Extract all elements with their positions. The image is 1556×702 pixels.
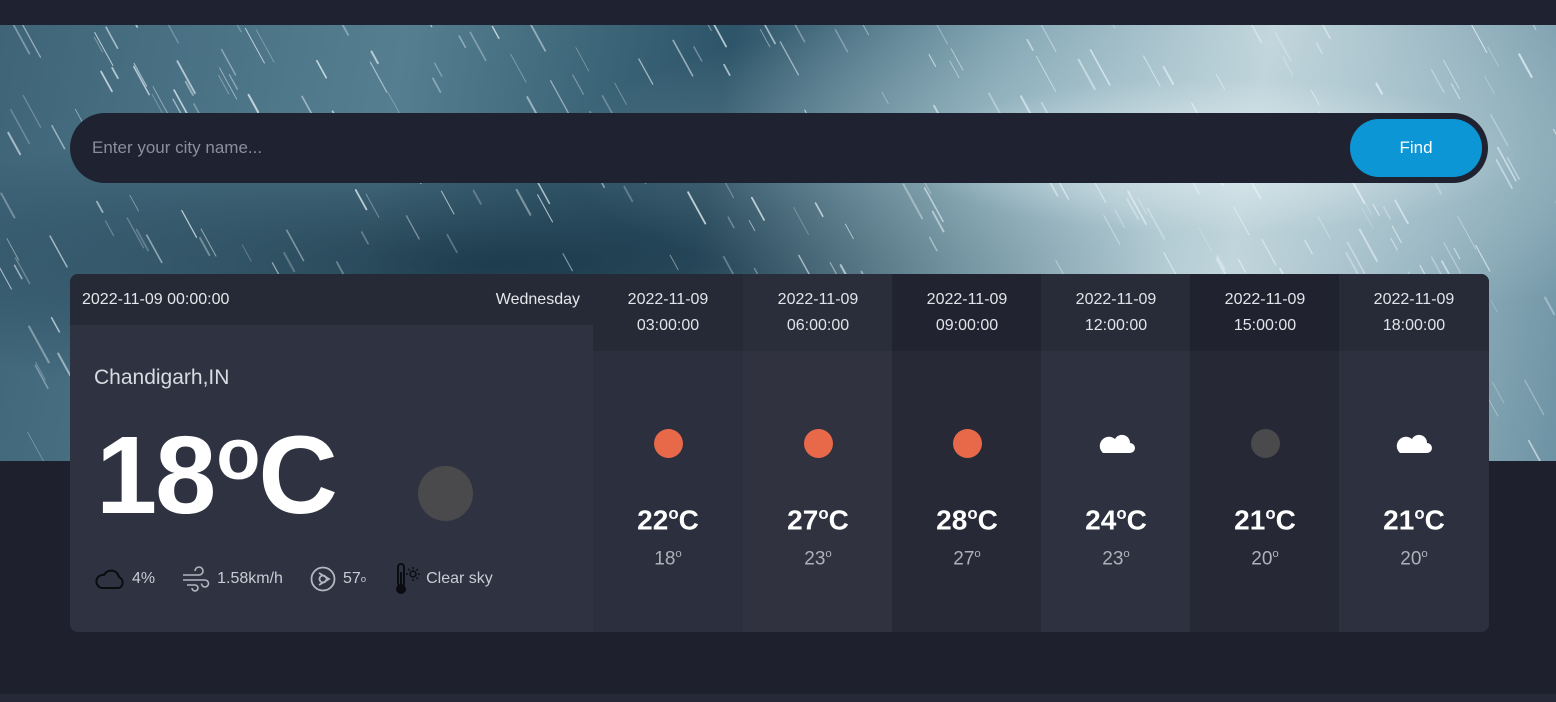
sun-icon [804, 429, 833, 458]
forecast-temperature-value: 27 [787, 504, 819, 536]
degree-symbol: o [1265, 504, 1276, 523]
forecast-low-value: 23 [804, 548, 826, 570]
forecast-header: 2022-11-09 15:00:00 [1190, 274, 1340, 351]
wind-detail: 1.58km/h [181, 566, 283, 592]
find-button[interactable]: Find [1350, 119, 1482, 177]
current-temperature-unit: C [258, 414, 337, 537]
moon-icon [1251, 429, 1280, 458]
forecast-temperature: 28oC [936, 504, 998, 536]
forecast-temperature-value: 21 [1383, 504, 1415, 536]
forecast-time: 18:00:00 [1382, 316, 1446, 334]
forecast-time: 12:00:00 [1084, 316, 1148, 334]
forecast-low-temperature: 23o [743, 548, 893, 570]
condition-detail: Clear sky [392, 562, 493, 596]
compass-icon [310, 566, 336, 592]
degree-symbol: o [818, 504, 829, 523]
current-temperature-value: 18 [96, 414, 216, 537]
forecast-temperature: 27oC [787, 504, 849, 536]
cloud-icon [1396, 434, 1432, 453]
forecast-column: 2022-11-09 12:00:00 24oC 23o [1041, 274, 1191, 632]
thermometer-icon [396, 563, 421, 594]
search-bar: Find [70, 113, 1488, 183]
forecast-low-temperature: 27o [892, 548, 1042, 570]
current-weekday: Wednesday [495, 290, 580, 308]
forecast-date: 2022-11-09 [1373, 290, 1455, 308]
current-weather-panel: 2022-11-09 00:00:00 Wednesday Chandigarh… [70, 274, 593, 632]
current-datetime: 2022-11-09 00:00:00 [82, 290, 230, 308]
degree-symbol: o [1123, 548, 1130, 560]
forecast-temperature: 22oC [637, 504, 699, 536]
sun-icon [953, 429, 982, 458]
forecast-header: 2022-11-09 18:00:00 [1339, 274, 1489, 351]
page-footer-strip [0, 694, 1556, 702]
forecast-temperature-value: 28 [936, 504, 968, 536]
clouds-value: 4% [132, 570, 156, 587]
forecast-time: 15:00:00 [1233, 316, 1297, 334]
moon-icon [418, 466, 473, 521]
cloud-icon [1099, 434, 1135, 453]
forecast-time: 06:00:00 [786, 316, 850, 334]
forecast-temperature: 21oC [1234, 504, 1296, 536]
forecast-date: 2022-11-09 [627, 290, 709, 308]
degree-symbol: o [1116, 504, 1127, 523]
current-details: 4% 1.58km/h 57 o Clear sky [94, 562, 519, 596]
forecast-date: 2022-11-09 [1075, 290, 1157, 308]
forecast-column: 2022-11-09 18:00:00 21oC 20o [1339, 274, 1489, 632]
degree-symbol: o [360, 573, 367, 585]
forecast-low-value: 27 [953, 548, 975, 570]
forecast-column: 2022-11-09 06:00:00 27oC 23o [743, 274, 893, 632]
forecast-temperature-value: 24 [1085, 504, 1117, 536]
forecast-low-value: 20 [1251, 548, 1273, 570]
forecast-header: 2022-11-09 12:00:00 [1041, 274, 1191, 351]
forecast-column: 2022-11-09 09:00:00 28oC 27o [892, 274, 1042, 632]
forecast-low-value: 20 [1400, 548, 1422, 570]
current-temperature: 18oC [96, 419, 338, 531]
forecast-date: 2022-11-09 [777, 290, 859, 308]
condition-description: Clear sky [426, 570, 493, 587]
wind-direction-detail: 57 o [309, 565, 366, 593]
top-bar [0, 0, 1556, 25]
clouds-detail: 4% [94, 568, 155, 590]
degree-symbol: o [668, 504, 679, 523]
forecast-column: 2022-11-09 03:00:00 22oC 18o [593, 274, 743, 632]
city-search-input[interactable] [92, 125, 1332, 171]
sun-icon [654, 429, 683, 458]
forecast-header: 2022-11-09 06:00:00 [743, 274, 893, 351]
forecast-low-value: 18 [654, 548, 676, 570]
forecast-temperature-value: 21 [1234, 504, 1266, 536]
degree-symbol: o [1421, 548, 1428, 560]
forecast-temperature: 21oC [1383, 504, 1445, 536]
wind-direction-value: 57 [342, 570, 361, 587]
degree-symbol: o [825, 548, 832, 560]
degree-symbol: o [675, 548, 682, 560]
degree-symbol: o [216, 415, 260, 495]
wind-value: 1.58km/h [217, 570, 283, 587]
forecast-column: 2022-11-09 15:00:00 21oC 20o [1190, 274, 1340, 632]
degree-symbol: o [974, 548, 981, 560]
forecast-low-temperature: 20o [1190, 548, 1340, 570]
current-weather-header: 2022-11-09 00:00:00 Wednesday [70, 274, 593, 325]
city-name: Chandigarh,IN [94, 366, 230, 389]
forecast-low-value: 23 [1102, 548, 1124, 570]
forecast-low-temperature: 23o [1041, 548, 1191, 570]
forecast-header: 2022-11-09 09:00:00 [892, 274, 1042, 351]
forecast-low-temperature: 18o [593, 548, 743, 570]
forecast-temperature-value: 22 [637, 504, 669, 536]
forecast-date: 2022-11-09 [926, 290, 1008, 308]
weather-card: 2022-11-09 00:00:00 Wednesday Chandigarh… [70, 274, 1489, 632]
forecast-header: 2022-11-09 03:00:00 [593, 274, 743, 351]
degree-symbol: o [967, 504, 978, 523]
wind-icon [183, 566, 210, 592]
degree-symbol: o [1272, 548, 1279, 560]
forecast-low-temperature: 20o [1339, 548, 1489, 570]
forecast-time: 09:00:00 [935, 316, 999, 334]
forecast-temperature: 24oC [1085, 504, 1147, 536]
forecast-time: 03:00:00 [636, 316, 700, 334]
degree-symbol: o [1414, 504, 1425, 523]
cloud-icon [95, 569, 124, 589]
forecast-date: 2022-11-09 [1224, 290, 1306, 308]
